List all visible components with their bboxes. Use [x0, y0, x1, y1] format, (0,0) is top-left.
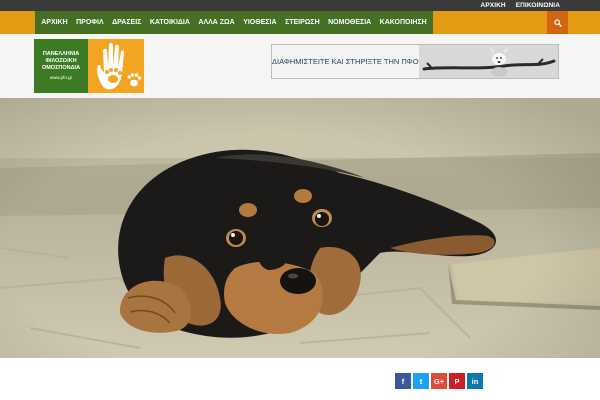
hand-paw-icon [88, 39, 144, 93]
top-link-home[interactable]: ΑΡΧΙΚΗ [481, 2, 506, 9]
google-plus-icon[interactable]: G+ [431, 373, 447, 389]
nav-item-profile[interactable]: ΠΡΟΦΙΛ [76, 19, 104, 26]
logo-line-3: ΟΜΟΣΠΟΝΔΙΑ [41, 65, 81, 71]
twitter-icon[interactable]: t [413, 373, 429, 389]
nav-item-adoption[interactable]: ΥΙΟΘΕΣΙΑ [243, 19, 276, 26]
nav-item-pets[interactable]: ΚΑΤΟΙΚΙΔΙΑ [150, 19, 190, 26]
facebook-icon[interactable]: f [395, 373, 411, 389]
banner-dog-image [418, 45, 558, 78]
hero-puppy-image [0, 98, 600, 358]
site-logo[interactable]: ΠΑΝΕΛΛΗΝΙΑ ΦΙΛΟΖΩΙΚΗ ΟΜΟΣΠΟΝΔΙΑ www.pfo.… [34, 39, 144, 93]
nav-item-other-animals[interactable]: ΑΛΛΑ ΖΩΑ [198, 19, 234, 26]
nav-item-home[interactable]: ΑΡΧΙΚΗ [41, 19, 67, 26]
nav-item-legislation[interactable]: ΝΟΜΟΘΕΣΙΑ [328, 19, 371, 26]
ad-banner[interactable]: ΔΙΑΦΗΜΙΣΤΕΙΤΕ ΚΑΙ ΣΤΗΡΙΞΤΕ ΤΗΝ ΠΦΟ [271, 44, 559, 79]
linkedin-icon[interactable]: in [467, 373, 483, 389]
logo-line-2: ΦΙΛΟΖΩΙΚΗ [45, 58, 77, 64]
pinterest-icon[interactable]: P [449, 373, 465, 389]
top-links: ΑΡΧΙΚΗ ΕΠΙΚΟΙΝΩΝΙΑ [481, 0, 560, 11]
nav-item-abuse[interactable]: ΚΑΚΟΠΟΙΗΣΗ [380, 19, 427, 26]
banner-text: ΔΙΑΦΗΜΙΣΤΕΙΤΕ ΚΑΙ ΣΤΗΡΙΞΤΕ ΤΗΝ ΠΦΟ [272, 45, 419, 78]
logo-line-1: ΠΑΝΕΛΛΗΝΙΑ [42, 51, 80, 57]
social-share-bar: f t G+ P in [395, 373, 483, 389]
logo-text-block: ΠΑΝΕΛΛΗΝΙΑ ΦΙΛΟΖΩΙΚΗ ΟΜΟΣΠΟΝΔΙΑ www.pfo.… [34, 39, 88, 93]
nav-item-actions[interactable]: ΔΡΑΣΕΙΣ [112, 19, 141, 26]
main-nav: ΑΡΧΙΚΗ ΠΡΟΦΙΛ ΔΡΑΣΕΙΣ ΚΑΤΟΙΚΙΔΙΑ ΑΛΛΑ ΖΩ… [35, 11, 433, 34]
search-button[interactable] [547, 11, 568, 34]
nav-item-sterilization[interactable]: ΣΤΕΙΡΩΣΗ [285, 19, 320, 26]
search-icon [553, 18, 562, 27]
top-link-contact[interactable]: ΕΠΙΚΟΙΝΩΝΙΑ [516, 2, 560, 9]
logo-url: www.pfo.gr [49, 75, 73, 80]
